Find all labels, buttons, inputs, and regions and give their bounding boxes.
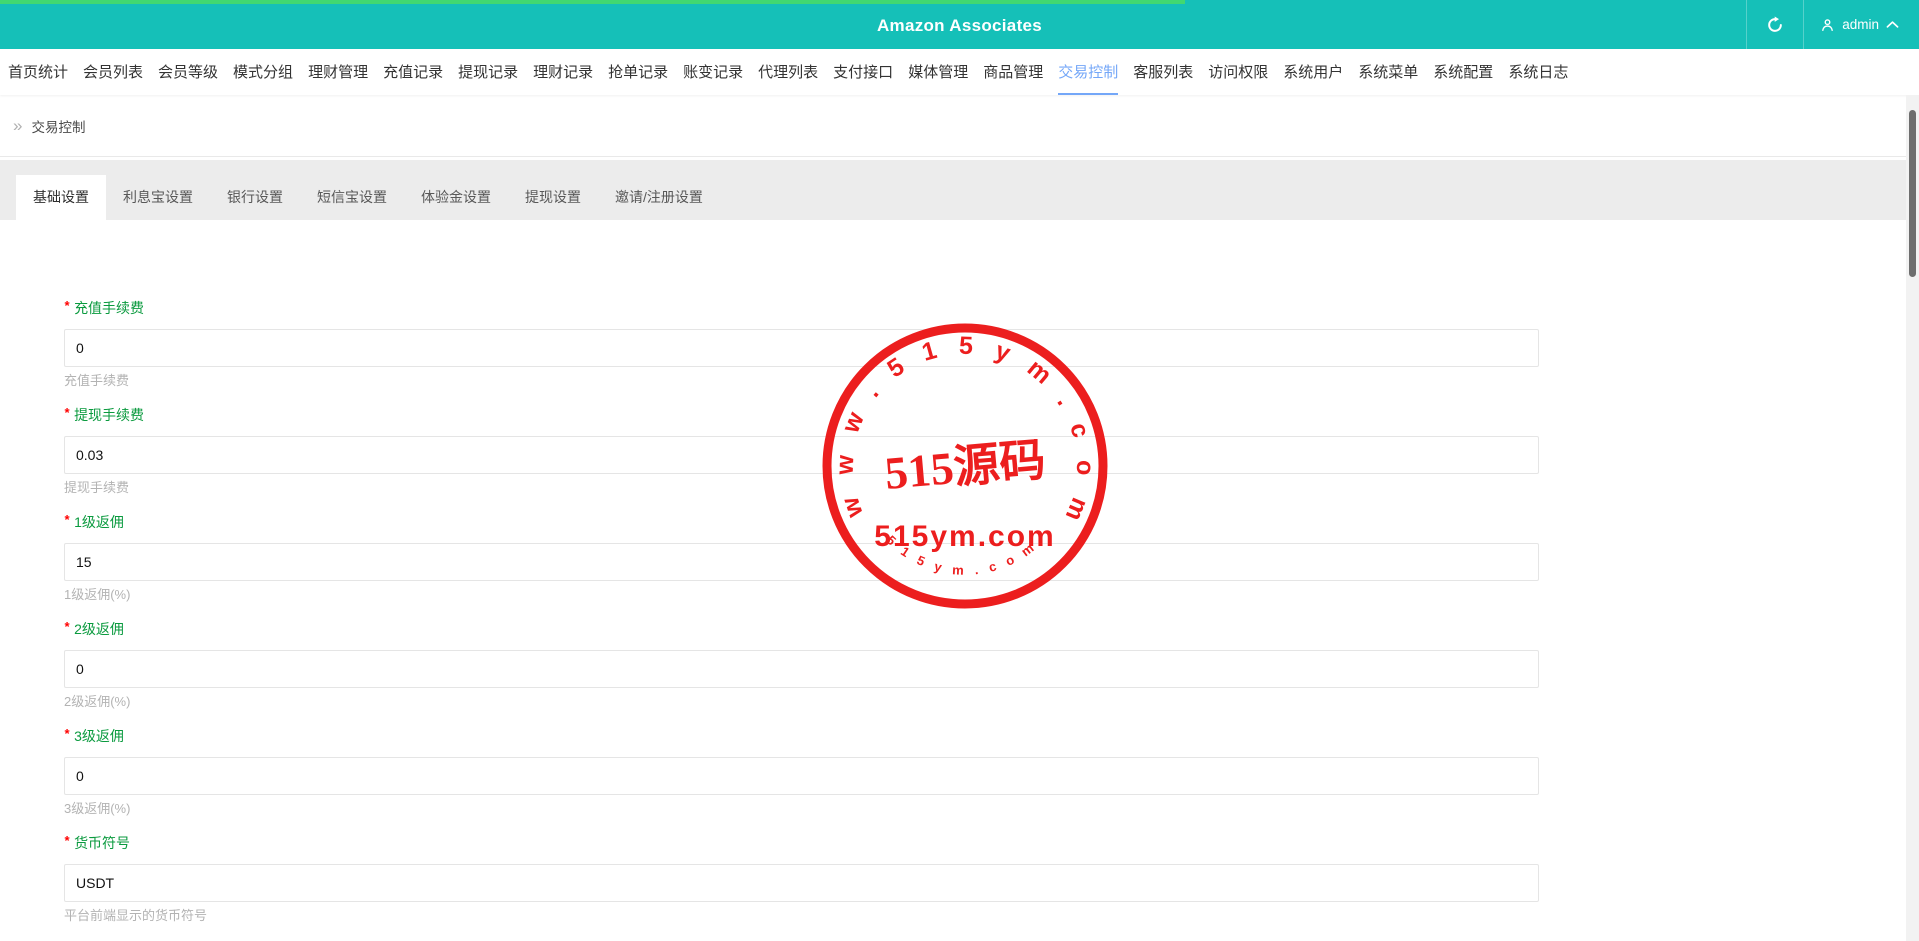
nav-item-account-change-records[interactable]: 账变记录	[683, 49, 743, 95]
field-label: *2级返佣	[64, 619, 1539, 640]
nav-item-system-menu[interactable]: 系统菜单	[1358, 49, 1418, 95]
nav-item-access-rights[interactable]: 访问权限	[1208, 49, 1268, 95]
nav-item-trade-control[interactable]: 交易控制	[1058, 49, 1118, 95]
nav-item-home-stats[interactable]: 首页统计	[8, 49, 68, 95]
field-label: *充值手续费	[64, 298, 1539, 319]
vertical-scrollbar-thumb[interactable]	[1909, 110, 1916, 277]
field-level2-rebate: *2级返佣 2级返佣(%)	[64, 619, 1539, 710]
required-asterisk: *	[64, 298, 69, 313]
nav-item-system-users[interactable]: 系统用户	[1283, 49, 1343, 95]
nav-item-recharge-records[interactable]: 充值记录	[383, 49, 443, 95]
tab-invite-register-settings[interactable]: 邀请/注册设置	[598, 175, 720, 220]
level3-rebate-input[interactable]	[64, 757, 1539, 795]
refresh-icon	[1766, 16, 1784, 34]
nav-item-system-log[interactable]: 系统日志	[1508, 49, 1568, 95]
required-asterisk: *	[64, 619, 69, 634]
field-level3-rebate: *3级返佣 3级返佣(%)	[64, 726, 1539, 817]
required-asterisk: *	[64, 726, 69, 741]
field-label: *货币符号	[64, 833, 1539, 854]
username-label: admin	[1842, 17, 1879, 32]
nav-item-withdraw-records[interactable]: 提现记录	[458, 49, 518, 95]
field-recharge-fee: *充值手续费 充值手续费	[64, 298, 1539, 389]
main-nav: 首页统计 会员列表 会员等级 模式分组 理财管理 充值记录 提现记录 理财记录 …	[0, 49, 1919, 95]
required-asterisk: *	[64, 833, 69, 848]
admin-page: Amazon Associates admin	[0, 0, 1919, 941]
recharge-fee-input[interactable]	[64, 329, 1539, 367]
vertical-scrollbar-track[interactable]	[1906, 95, 1919, 941]
required-asterisk: *	[64, 512, 69, 527]
nav-item-member-level[interactable]: 会员等级	[158, 49, 218, 95]
nav-item-mode-group[interactable]: 模式分组	[233, 49, 293, 95]
tab-smsbao-settings[interactable]: 短信宝设置	[300, 175, 404, 220]
field-withdraw-fee: *提现手续费 提现手续费	[64, 405, 1539, 496]
basic-settings-form: *充值手续费 充值手续费 *提现手续费 提现手续费 *1级返佣 1级返佣(%) …	[64, 298, 1539, 941]
breadcrumb-label: 交易控制	[31, 116, 85, 136]
user-icon	[1820, 17, 1835, 33]
field-hint: 提现手续费	[64, 480, 1539, 496]
level1-rebate-input[interactable]	[64, 543, 1539, 581]
tab-lixibao-settings[interactable]: 利息宝设置	[106, 175, 210, 220]
tab-withdraw-settings[interactable]: 提现设置	[508, 175, 598, 220]
user-menu[interactable]: admin	[1803, 0, 1919, 49]
header-controls: admin	[1746, 0, 1919, 49]
tab-basic-settings[interactable]: 基础设置	[16, 175, 106, 220]
nav-item-product-manage[interactable]: 商品管理	[983, 49, 1043, 95]
nav-item-service-list[interactable]: 客服列表	[1133, 49, 1193, 95]
app-title: Amazon Associates	[0, 0, 1919, 49]
settings-tab-bar: 基础设置 利息宝设置 银行设置 短信宝设置 体验金设置 提现设置 邀请/注册设置	[0, 160, 1906, 220]
nav-item-finance-records[interactable]: 理财记录	[533, 49, 593, 95]
currency-symbol-input[interactable]	[64, 864, 1539, 902]
nav-item-member-list[interactable]: 会员列表	[83, 49, 143, 95]
refresh-button[interactable]	[1746, 0, 1803, 49]
field-currency-symbol: *货币符号 平台前端显示的货币符号	[64, 833, 1539, 924]
nav-item-agent-list[interactable]: 代理列表	[758, 49, 818, 95]
field-label: *1级返佣	[64, 512, 1539, 533]
field-level1-rebate: *1级返佣 1级返佣(%)	[64, 512, 1539, 603]
breadcrumb: » 交易控制	[0, 95, 1919, 157]
required-asterisk: *	[64, 405, 69, 420]
nav-item-finance-manage[interactable]: 理财管理	[308, 49, 368, 95]
breadcrumb-chevrons-icon: »	[13, 117, 22, 134]
field-label: *提现手续费	[64, 405, 1539, 426]
nav-item-media-manage[interactable]: 媒体管理	[908, 49, 968, 95]
level2-rebate-input[interactable]	[64, 650, 1539, 688]
field-hint: 平台前端显示的货币符号	[64, 908, 1539, 924]
field-hint: 3级返佣(%)	[64, 801, 1539, 817]
nav-item-order-grab-records[interactable]: 抢单记录	[608, 49, 668, 95]
tab-trial-fund-settings[interactable]: 体验金设置	[404, 175, 508, 220]
withdraw-fee-input[interactable]	[64, 436, 1539, 474]
field-hint: 1级返佣(%)	[64, 587, 1539, 603]
nav-item-payment-api[interactable]: 支付接口	[833, 49, 893, 95]
chevron-up-icon	[1886, 20, 1899, 29]
tab-bank-settings[interactable]: 银行设置	[210, 175, 300, 220]
field-hint: 2级返佣(%)	[64, 694, 1539, 710]
nav-item-system-config[interactable]: 系统配置	[1433, 49, 1493, 95]
top-header: Amazon Associates admin	[0, 0, 1919, 49]
field-label: *3级返佣	[64, 726, 1539, 747]
field-hint: 充值手续费	[64, 373, 1539, 389]
